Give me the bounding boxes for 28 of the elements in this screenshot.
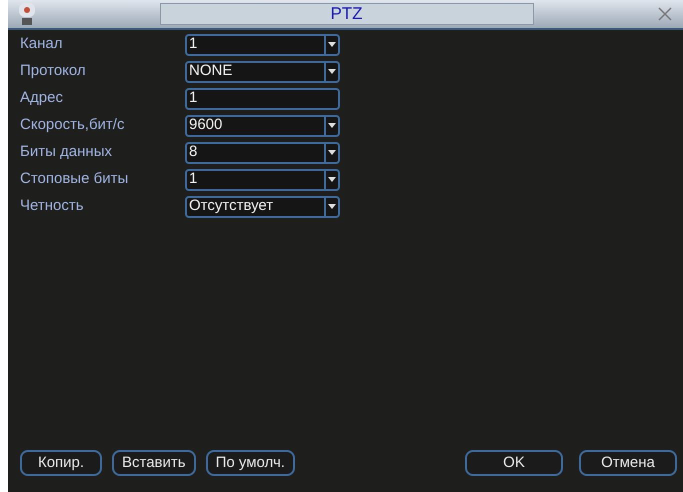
- dropdown-field[interactable]: 8: [185, 142, 340, 164]
- dropdown-field[interactable]: NONE: [185, 60, 340, 82]
- field-label: Скорость,бит/с: [20, 115, 126, 136]
- dialog-button[interactable]: Отмена: [579, 450, 677, 476]
- dialog-button[interactable]: Вставить: [112, 450, 196, 476]
- field-label: Протокол: [20, 61, 87, 82]
- caret-icon: [328, 150, 336, 155]
- caret-icon: [328, 177, 336, 182]
- camera-icon: [16, 1, 38, 27]
- field-label: Адрес: [20, 88, 64, 108]
- caret-icon: [328, 204, 336, 209]
- field-label: Стоповые биты: [20, 169, 130, 190]
- caret-icon: [328, 123, 336, 128]
- close-icon: [657, 6, 673, 22]
- field-label: Канал: [20, 34, 64, 54]
- dropdown-field[interactable]: Отсутствует: [185, 196, 340, 218]
- caret-icon: [328, 69, 336, 74]
- dropdown-field[interactable]: 1: [185, 34, 340, 56]
- field-label: Четность: [20, 196, 85, 216]
- field-label: Биты данных: [20, 142, 113, 162]
- input-field[interactable]: 1: [185, 88, 340, 110]
- dropdown-field[interactable]: 9600: [185, 114, 340, 136]
- dialog-button[interactable]: OK: [465, 450, 563, 476]
- dialog-button[interactable]: Копир.: [20, 450, 102, 476]
- caret-icon: [328, 42, 336, 47]
- window-title: PTZ: [160, 3, 534, 25]
- dialog-button[interactable]: По умолч.: [206, 450, 295, 476]
- dropdown-field[interactable]: 1: [185, 168, 340, 190]
